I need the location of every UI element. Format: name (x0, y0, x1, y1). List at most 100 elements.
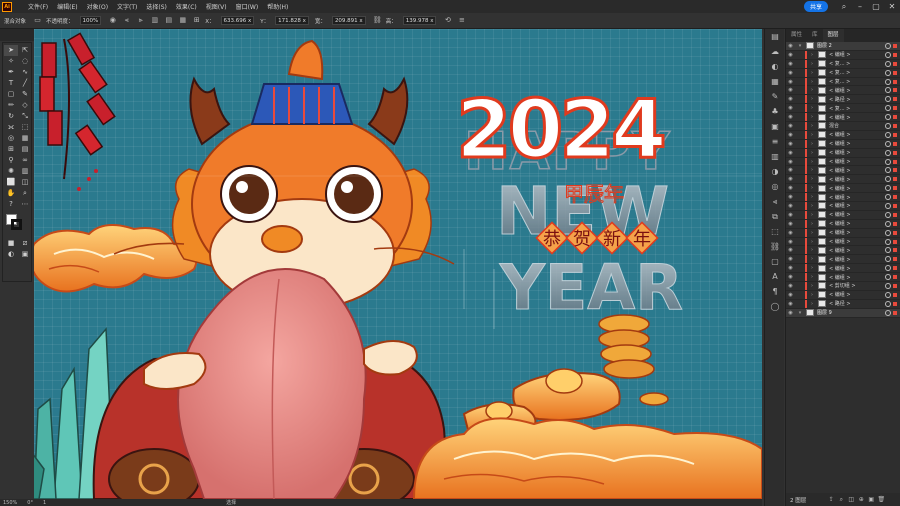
layer-label[interactable]: < 编组 > (829, 176, 885, 183)
close-icon[interactable]: ✕ (884, 2, 900, 11)
visibility-eye-icon[interactable]: ◉ (786, 310, 795, 316)
sublayer-row[interactable]: ◉ › < 编组 > (786, 166, 900, 176)
sublayer-row[interactable]: ◉ › < 路径 > (786, 299, 900, 309)
expand-arrow-icon[interactable]: › (809, 105, 815, 111)
menu-file[interactable]: 文件(F) (28, 2, 48, 11)
visibility-eye-icon[interactable]: ◉ (786, 61, 795, 67)
expand-arrow-icon[interactable]: › (809, 274, 815, 280)
target-circle-icon[interactable] (885, 185, 891, 192)
expand-arrow-icon[interactable]: › (809, 239, 815, 245)
selection-indicator[interactable] (893, 106, 897, 111)
target-circle-icon[interactable] (885, 105, 891, 112)
expand-arrow-icon[interactable]: › (809, 185, 815, 191)
gradient-icon[interactable]: ▥ (765, 149, 785, 164)
visibility-eye-icon[interactable]: ◉ (786, 292, 795, 298)
screen-mode-icon[interactable]: ▣ (18, 249, 32, 260)
slice-tool-icon[interactable]: ◫ (18, 177, 32, 188)
eyedropper-icon[interactable]: ⚲ (4, 155, 18, 166)
selection-indicator[interactable] (893, 79, 897, 84)
maximize-icon[interactable]: ▢ (868, 2, 884, 11)
visibility-eye-icon[interactable]: ◉ (786, 247, 795, 253)
guide-line[interactable] (463, 249, 495, 329)
visibility-eye-icon[interactable]: ◉ (786, 203, 795, 209)
layer-label[interactable]: < 路径 > (829, 96, 885, 103)
brushes-icon[interactable]: ✎ (765, 89, 785, 104)
visibility-eye-icon[interactable]: ◉ (786, 185, 795, 191)
zoom-tool-icon[interactable]: ⌕ (18, 188, 32, 199)
target-circle-icon[interactable] (885, 300, 891, 307)
expand-arrow-icon[interactable]: › (809, 167, 815, 173)
visibility-eye-icon[interactable]: ◉ (786, 176, 795, 182)
year-number-text[interactable]: 2024 (455, 82, 669, 178)
blend-tool-icon[interactable]: ∞ (18, 155, 32, 166)
target-circle-icon[interactable] (885, 69, 891, 76)
selection-indicator[interactable] (893, 123, 897, 128)
properties-icon[interactable]: ▤ (765, 29, 785, 44)
selection-indicator[interactable] (893, 132, 897, 137)
gradient-tool-icon[interactable]: ▤ (18, 144, 32, 155)
x-input[interactable]: 633.696 x (220, 16, 255, 25)
expand-arrow-icon[interactable]: ▾ (797, 43, 803, 49)
visibility-eye-icon[interactable]: ◉ (786, 52, 795, 58)
target-circle-icon[interactable] (885, 282, 891, 289)
free-transform-icon[interactable]: ⬚ (18, 122, 32, 133)
symbol-sprayer-icon[interactable]: ✺ (4, 166, 18, 177)
target-circle-icon[interactable] (885, 274, 891, 281)
expand-arrow-icon[interactable]: › (809, 256, 815, 262)
target-circle-icon[interactable] (885, 256, 891, 263)
share-button[interactable]: 共享 (803, 1, 828, 12)
sublayer-row[interactable]: ◉ › < 编组 > (786, 113, 900, 123)
menu-window[interactable]: 窗口(W) (236, 2, 259, 11)
visibility-eye-icon[interactable]: ◉ (786, 274, 795, 280)
target-circle-icon[interactable] (885, 194, 891, 201)
curvature-tool-icon[interactable]: ∿ (18, 67, 32, 78)
visibility-eye-icon[interactable]: ◉ (786, 167, 795, 173)
sublayer-row[interactable]: ◉ › < 编组 > (786, 148, 900, 158)
sublayer-row[interactable]: ◉ › < 编组 > (786, 228, 900, 238)
new-layer-icon[interactable]: ▣ (866, 496, 876, 503)
expand-arrow-icon[interactable]: › (809, 87, 815, 93)
expand-arrow-icon[interactable]: › (809, 52, 815, 58)
artboard-number[interactable]: 1 (43, 500, 46, 506)
pen-tool-icon[interactable]: ✒ (4, 67, 18, 78)
opentype-icon[interactable]: ◯ (765, 299, 785, 314)
visibility-eye-icon[interactable]: ◉ (786, 141, 795, 147)
sublayer-row[interactable]: ◉ › 混合 (786, 121, 900, 131)
layer-label[interactable]: < 路径 > (829, 300, 885, 307)
new-sublayer-icon[interactable]: ⊕ (856, 496, 866, 503)
scale-tool-icon[interactable]: ⤡ (18, 111, 32, 122)
sublayer-row[interactable]: ◉ › < 编组 > (786, 157, 900, 167)
layer-label[interactable]: < 编组 > (829, 131, 885, 138)
perspective-grid-icon[interactable]: ▦ (18, 133, 32, 144)
artboard-tool-icon[interactable]: ⬜ (4, 177, 18, 188)
expand-arrow-icon[interactable]: › (809, 114, 815, 120)
selection-tool-icon[interactable]: ➤ (4, 45, 18, 56)
width-input[interactable]: 209.891 x (331, 16, 366, 25)
layer-row[interactable]: ◉ ▾ 图层 9 (786, 308, 900, 318)
target-circle-icon[interactable] (885, 122, 891, 129)
visibility-eye-icon[interactable]: ◉ (786, 159, 795, 165)
color-icon[interactable]: ◐ (765, 59, 785, 74)
layer-label[interactable]: < 编组 > (829, 202, 885, 209)
paintbrush-icon[interactable]: ✎ (18, 89, 32, 100)
menu-view[interactable]: 视图(V) (206, 2, 227, 11)
draw-mode-icon[interactable]: ◐ (4, 249, 18, 260)
selection-indicator[interactable] (893, 177, 897, 182)
sublayer-row[interactable]: ◉ › < 复... > (786, 68, 900, 78)
align-center-icon[interactable]: ⫸ (135, 16, 146, 25)
target-circle-icon[interactable] (885, 140, 891, 147)
pencil-icon[interactable]: ✏ (4, 100, 18, 111)
visibility-eye-icon[interactable]: ◉ (786, 114, 795, 120)
selection-indicator[interactable] (893, 195, 897, 200)
artboards-icon[interactable]: ▢ (765, 254, 785, 269)
expand-arrow-icon[interactable]: ▾ (797, 310, 803, 316)
target-circle-icon[interactable] (885, 131, 891, 138)
layer-label[interactable]: 图层 9 (817, 309, 885, 316)
selection-indicator[interactable] (893, 43, 897, 48)
layer-label[interactable]: < 编组 > (829, 265, 885, 272)
menu-effect[interactable]: 效果(C) (176, 2, 197, 11)
align-middle-icon[interactable]: ▦ (177, 16, 188, 25)
hand-tool-icon[interactable]: ✋ (4, 188, 18, 199)
swatches-icon[interactable]: ▦ (765, 74, 785, 89)
selection-indicator[interactable] (893, 310, 897, 315)
